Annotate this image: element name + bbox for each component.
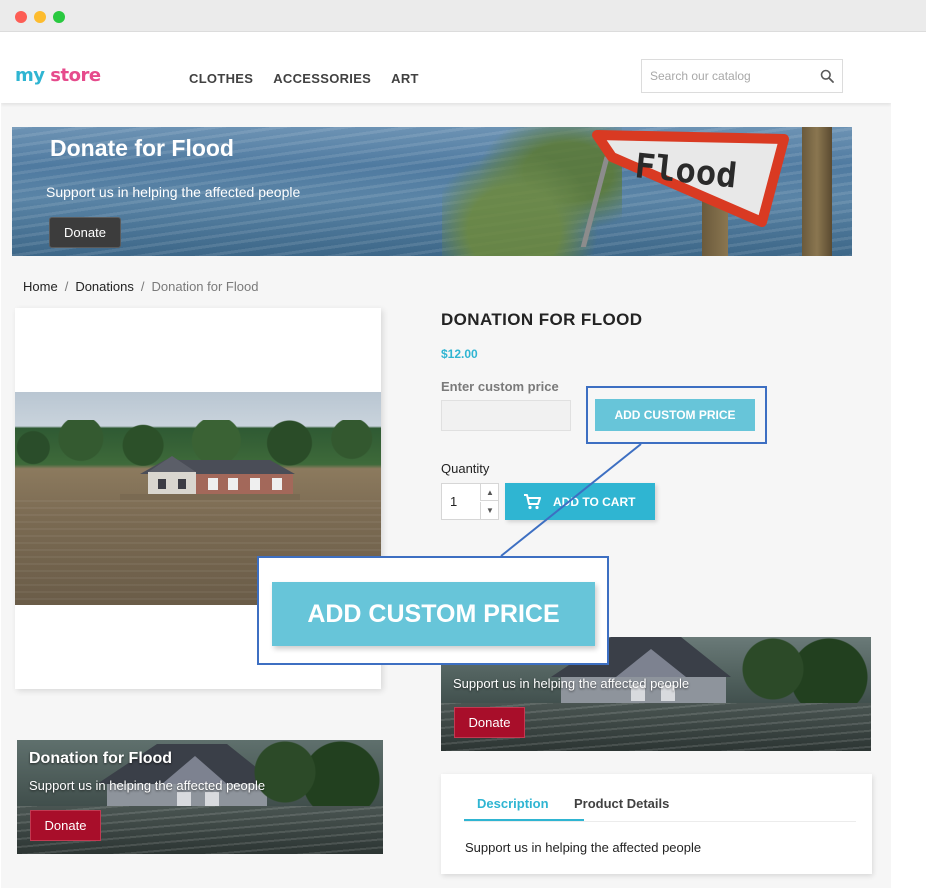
custom-price-label: Enter custom price — [441, 379, 559, 394]
chevron-up-icon[interactable]: ▲ — [480, 484, 499, 501]
add-custom-price-zoomed-button[interactable]: ADD CUSTOM PRICE — [272, 582, 595, 646]
banner-title: Donate for Flood — [50, 135, 234, 161]
page-viewport: my store CLOTHES ACCESSORIES ART Search … — [1, 33, 891, 888]
tab-divider — [464, 821, 856, 822]
site-header: my store CLOTHES ACCESSORIES ART — [1, 33, 891, 103]
breadcrumb: Home / Donations / Donation for Flood — [23, 279, 258, 294]
active-tab-indicator — [464, 819, 584, 821]
breadcrumb-separator: / — [140, 279, 145, 294]
tab-description-content: Support us in helping the affected peopl… — [465, 840, 702, 855]
cart-icon — [524, 493, 541, 509]
add-to-cart-button[interactable]: ADD TO CART — [505, 483, 655, 520]
banner-subtitle: Support us in helping the affected peopl… — [46, 184, 301, 200]
quantity-label: Quantity — [441, 461, 490, 476]
breadcrumb-current: Donation for Flood — [151, 279, 259, 294]
search-input[interactable] — [642, 60, 812, 92]
window-titlebar — [0, 0, 926, 32]
flood-banner: Flood Donate for Flood Support us in hel… — [12, 127, 852, 256]
scrollbar-gutter — [891, 33, 926, 888]
nav-item-clothes[interactable]: CLOTHES — [189, 71, 253, 86]
tab-description[interactable]: Description — [477, 796, 549, 811]
promo-left-subtitle: Support us in helping the affected peopl… — [29, 778, 266, 793]
custom-price-input[interactable] — [441, 400, 571, 431]
tab-product-details[interactable]: Product Details — [574, 796, 669, 811]
breadcrumb-separator: / — [64, 279, 69, 294]
banner-donate-button[interactable]: Donate — [49, 217, 121, 248]
nav-item-art[interactable]: ART — [391, 71, 419, 86]
minimize-window-icon[interactable] — [34, 11, 46, 23]
close-window-icon[interactable] — [15, 11, 27, 23]
add-custom-price-button[interactable]: ADD CUSTOM PRICE — [595, 399, 755, 431]
breadcrumb-donations[interactable]: Donations — [75, 279, 134, 294]
donate-promo-left: Donation for Flood Support us in helping… — [17, 740, 383, 854]
promo-right-donate-button[interactable]: Donate — [454, 707, 525, 738]
browser-window: my store CLOTHES ACCESSORIES ART Search … — [0, 0, 926, 888]
product-price: $12.00 — [441, 347, 478, 361]
main-nav: CLOTHES ACCESSORIES ART — [189, 71, 439, 86]
product-title: DONATION FOR FLOOD — [441, 310, 643, 329]
flood-warning-sign: Flood — [580, 130, 789, 247]
logo-word-my: my — [15, 65, 45, 86]
promo-right-subtitle: Support us in helping the affected peopl… — [453, 676, 690, 691]
nav-item-accessories[interactable]: ACCESSORIES — [273, 71, 371, 86]
flooded-house — [120, 456, 300, 500]
product-tabs: Description Product Details Support us i… — [441, 774, 872, 874]
search-icon[interactable] — [820, 69, 834, 83]
add-to-cart-label: ADD TO CART — [553, 494, 636, 509]
quantity-value: 1 — [450, 494, 458, 509]
promo-left-donate-button[interactable]: Donate — [30, 810, 101, 841]
custom-price-callout: ADD CUSTOM PRICE — [257, 556, 609, 665]
banner-post — [802, 127, 832, 256]
quantity-stepper[interactable]: 1 ▲ ▼ — [441, 483, 499, 520]
logo-word-store: store — [50, 65, 101, 86]
store-logo[interactable]: my store — [15, 65, 101, 86]
search-box — [641, 59, 843, 93]
maximize-window-icon[interactable] — [53, 11, 65, 23]
breadcrumb-home[interactable]: Home — [23, 279, 58, 294]
promo-left-title: Donation for Flood — [29, 750, 173, 767]
chevron-down-icon[interactable]: ▼ — [480, 502, 499, 519]
